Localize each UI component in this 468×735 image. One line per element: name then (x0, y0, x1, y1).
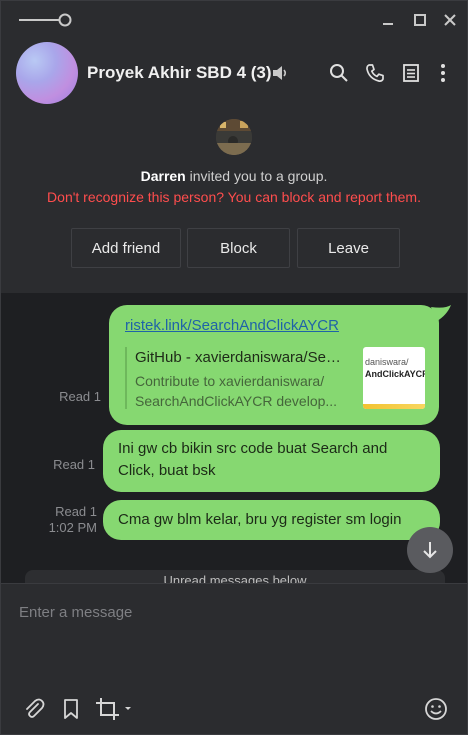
chat-window: Proyek Akhir SBD 4 (3) Darren invited yo… (0, 0, 468, 735)
invite-text: invited you to a group. (185, 168, 328, 184)
speaker-icon (271, 64, 289, 82)
notes-icon[interactable] (399, 61, 423, 85)
bookmark-icon[interactable] (58, 696, 84, 722)
link-preview-desc-line-2: SearchAndClickAYCR develop... (135, 393, 338, 409)
inviter-name[interactable]: Darren (141, 168, 186, 184)
close-icon[interactable] (439, 9, 461, 31)
message-text: Cma gw blm kelar, bru yg register sm log… (118, 511, 402, 528)
message-composer (1, 583, 467, 734)
minimize-icon[interactable] (377, 9, 399, 31)
message-link[interactable]: ristek.link/SearchAndClickAYCR (125, 315, 339, 337)
more-icon[interactable] (431, 61, 455, 85)
maximize-icon[interactable] (409, 9, 431, 31)
link-preview-description: Contribute to xavierdaniswara/ SearchAnd… (135, 371, 349, 411)
message-bubble[interactable]: Ini gw cb bikin src code buat Search and… (103, 430, 440, 492)
invite-warning: Don't recognize this person? You can blo… (47, 189, 421, 205)
message-bubble-link[interactable]: ristek.link/SearchAndClickAYCR GitHub - … (109, 305, 439, 425)
crop-icon[interactable] (95, 696, 133, 722)
thumbnail-bar (363, 404, 425, 409)
leave-button[interactable]: Leave (297, 228, 400, 268)
add-friend-button[interactable]: Add friend (71, 228, 181, 268)
link-preview-desc-line-1: Contribute to xavierdaniswara/ (135, 373, 325, 389)
link-preview-thumbnail: daniswara/ AndClickAYCR (363, 347, 425, 409)
message-time: 1:02 PM (48, 520, 97, 535)
message-text: Ini gw cb bikin src code buat Search and… (118, 438, 428, 482)
chat-header: Proyek Akhir SBD 4 (3) (1, 37, 467, 109)
search-icon[interactable] (327, 61, 351, 85)
read-receipt-with-time: Read 1 1:02 PM (37, 504, 97, 536)
scroll-to-bottom-button[interactable] (407, 527, 453, 573)
message-text-line-2: Click, buat bsk (118, 462, 216, 479)
link-preview[interactable]: GitHub - xavierdaniswara/SearchAndClickA… (125, 347, 427, 409)
link-preview-title: GitHub - xavierdaniswara/SearchAndClickA… (135, 349, 349, 366)
group-avatar[interactable] (16, 42, 78, 104)
emoji-icon[interactable] (423, 696, 449, 722)
bubble-tail (431, 305, 451, 321)
read-receipt: Read 1 (59, 389, 101, 404)
message-text-line-1: Ini gw cb bikin src code buat Search and (118, 440, 388, 457)
message-list[interactable]: Read 1 ristek.link/SearchAndClickAYCR Gi… (1, 293, 467, 583)
paperclip-icon[interactable] (21, 696, 47, 722)
arrow-down-icon (423, 542, 437, 559)
thumbnail-text-line-2: AndClickAYCR (365, 369, 425, 379)
read-receipt: Read 1 (55, 504, 97, 519)
invite-message: Darren invited you to a group. (1, 168, 467, 184)
group-name[interactable]: Proyek Akhir SBD 4 (3) (87, 63, 272, 83)
group-invite-panel: Darren invited you to a group. Don't rec… (1, 109, 467, 293)
pin-icon[interactable] (19, 13, 73, 27)
message-input[interactable] (17, 600, 451, 624)
inviter-avatar[interactable] (216, 119, 252, 155)
block-button[interactable]: Block (187, 228, 290, 268)
phone-icon[interactable] (363, 61, 387, 85)
title-bar (1, 1, 467, 37)
message-bubble[interactable]: Cma gw blm kelar, bru yg register sm log… (103, 500, 440, 540)
unread-messages-notice[interactable]: Unread messages below (25, 570, 445, 583)
read-receipt: Read 1 (53, 457, 95, 472)
